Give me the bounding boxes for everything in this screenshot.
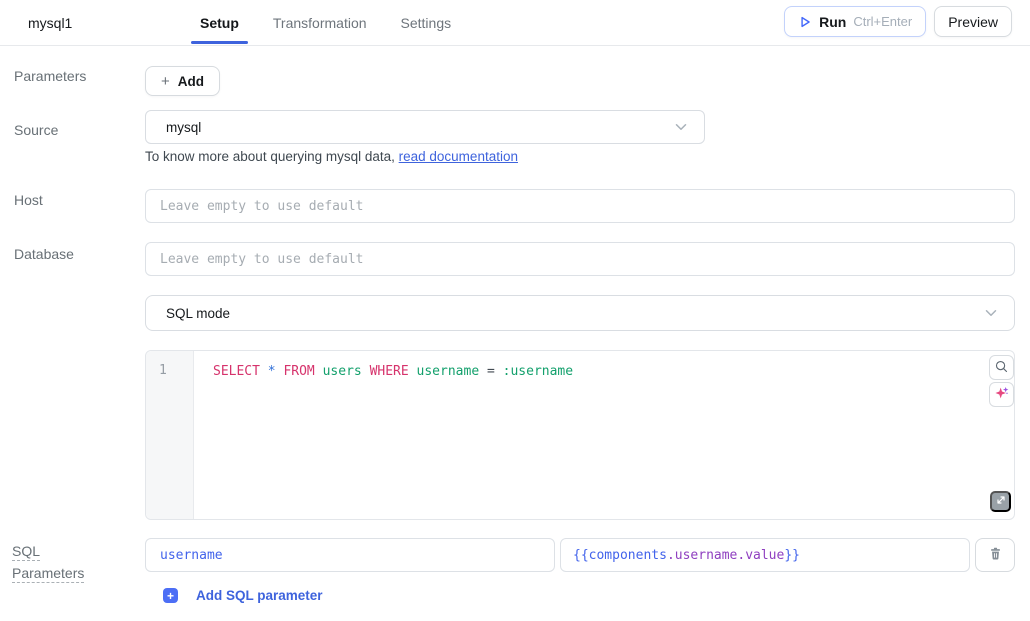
tab-settings[interactable]: Settings <box>397 0 456 46</box>
plus-icon: + <box>161 73 170 90</box>
sql-token-keyword: FROM <box>283 364 322 379</box>
add-sql-parameter-label: Add SQL parameter <box>196 588 323 603</box>
source-help-text: To know more about querying mysql data, … <box>145 149 518 164</box>
label-parameters: Parameters <box>14 68 86 84</box>
add-sql-parameter-button[interactable]: + Add SQL parameter <box>163 588 323 603</box>
template-brace: }} <box>784 548 800 563</box>
sparkle-icon <box>994 385 1010 404</box>
editor-ai-sparkle-button[interactable] <box>989 382 1014 407</box>
label-sql-parameters-line2: Parameters <box>12 565 84 581</box>
sql-code-editor[interactable]: 1 SELECT * FROM users WHERE username = :… <box>145 350 1015 520</box>
header: mysql1 Setup Transformation Settings Run… <box>0 0 1030 46</box>
sql-token-star: * <box>268 364 284 379</box>
editor-gutter: 1 <box>146 351 194 519</box>
param-name-input[interactable] <box>145 538 555 572</box>
param-value-input[interactable]: {{components.username.value}} <box>560 538 970 572</box>
query-editor-panel: mysql1 Setup Transformation Settings Run… <box>0 0 1030 621</box>
source-select[interactable]: mysql <box>145 110 705 144</box>
run-label: Run <box>819 14 846 30</box>
editor-search-button[interactable] <box>989 355 1014 380</box>
add-parameter-label: Add <box>178 74 204 89</box>
sql-code-line[interactable]: SELECT * FROM users WHERE username = :us… <box>213 363 573 381</box>
plus-icon: + <box>163 588 178 603</box>
sql-mode-selected-value: SQL mode <box>166 306 230 321</box>
host-input[interactable] <box>145 189 1015 223</box>
tab-bar: Setup Transformation Settings <box>196 0 455 46</box>
preview-button[interactable]: Preview <box>934 6 1012 37</box>
play-icon <box>798 15 812 29</box>
trash-icon <box>988 546 1003 564</box>
expand-icon <box>995 494 1007 509</box>
search-icon <box>994 359 1009 377</box>
header-actions: Run Ctrl+Enter Preview <box>784 6 1012 37</box>
database-input[interactable] <box>145 242 1015 276</box>
template-property: .username.value <box>667 548 784 563</box>
add-parameter-button[interactable]: + Add <box>145 66 220 96</box>
label-sql-parameters: SQL Parameters <box>12 540 92 584</box>
query-title: mysql1 <box>28 0 72 46</box>
read-documentation-link[interactable]: read documentation <box>399 149 518 164</box>
chevron-down-icon <box>982 304 1000 322</box>
source-help-prefix: To know more about querying mysql data, <box>145 149 399 164</box>
editor-expand-button[interactable] <box>990 491 1011 512</box>
run-button[interactable]: Run Ctrl+Enter <box>784 6 926 37</box>
sql-token-keyword: WHERE <box>370 364 417 379</box>
sql-token-identifier: :username <box>503 364 573 379</box>
sql-token-identifier: users <box>323 364 370 379</box>
label-host: Host <box>14 192 43 208</box>
chevron-down-icon <box>672 118 690 136</box>
run-shortcut: Ctrl+Enter <box>853 14 912 29</box>
label-sql-parameters-line1: SQL <box>12 543 40 559</box>
label-database: Database <box>14 246 74 262</box>
template-object: components <box>589 548 667 563</box>
tab-transformation[interactable]: Transformation <box>269 0 371 46</box>
label-source: Source <box>14 122 58 138</box>
sql-token-operator: = <box>487 364 503 379</box>
line-number: 1 <box>159 363 167 378</box>
sql-token-identifier: username <box>417 364 487 379</box>
source-selected-value: mysql <box>166 120 201 135</box>
sql-token-keyword: SELECT <box>213 364 268 379</box>
sql-mode-select[interactable]: SQL mode <box>145 295 1015 331</box>
tab-setup[interactable]: Setup <box>196 0 243 46</box>
template-brace: {{ <box>573 548 589 563</box>
delete-parameter-button[interactable] <box>975 538 1015 572</box>
